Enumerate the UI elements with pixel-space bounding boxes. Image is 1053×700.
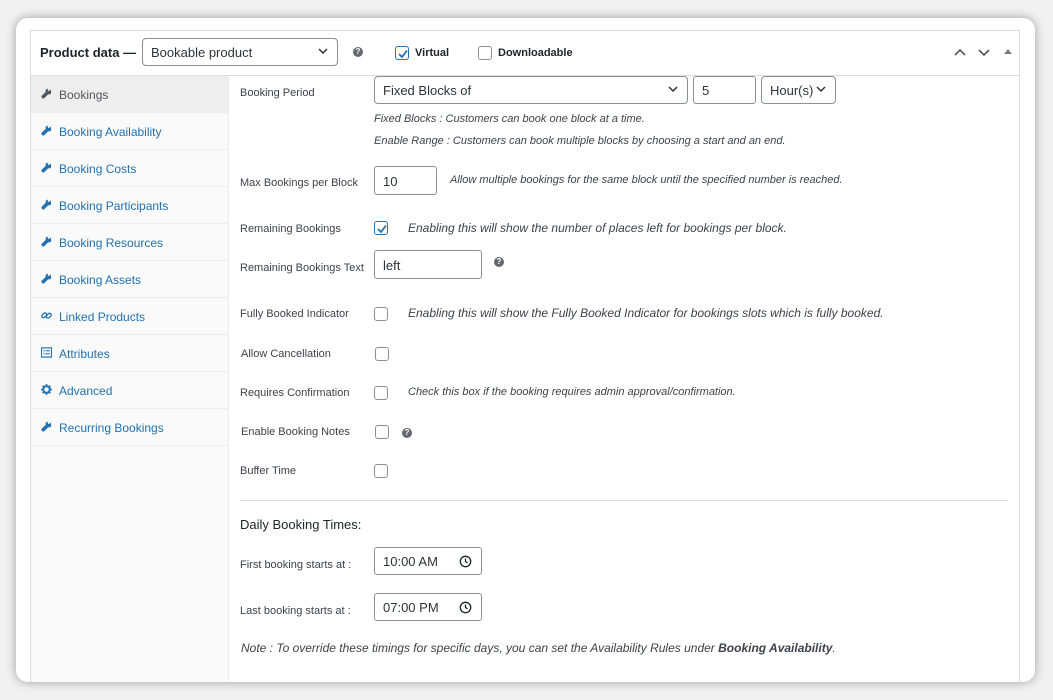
move-down-icon[interactable] xyxy=(977,45,991,59)
wrench-icon xyxy=(41,273,52,284)
fixed-blocks-description: Fixed Blocks : Customers can book one bl… xyxy=(374,113,645,125)
wrench-icon xyxy=(41,236,52,247)
note-prefix: Note : To override these timings for spe… xyxy=(241,641,719,655)
tab-booking-availability[interactable]: Booking Availability xyxy=(31,113,229,150)
virtual-checkbox[interactable] xyxy=(395,46,409,60)
booking-period-unit-value: Hour(s) xyxy=(770,83,814,98)
wrench-icon xyxy=(41,421,52,432)
bookings-options-panel: Booking Period Fixed Blocks of 5 Hour(s)… xyxy=(230,76,1019,682)
tab-label: Recurring Bookings xyxy=(59,421,164,435)
availability-note: Note : To override these timings for spe… xyxy=(241,641,836,655)
tab-recurring-bookings[interactable]: Recurring Bookings xyxy=(31,409,229,446)
max-bookings-value: 10 xyxy=(383,174,398,189)
clock-icon[interactable] xyxy=(459,555,472,568)
first-booking-time-input[interactable]: 10:00 AM xyxy=(374,547,482,575)
product-data-panel: Product data — Bookable product ? Virtua… xyxy=(30,30,1020,682)
allow-cancellation-checkbox[interactable] xyxy=(375,347,389,361)
tab-linked-products[interactable]: Linked Products xyxy=(31,298,229,335)
requires-confirmation-label: Requires Confirmation xyxy=(240,387,350,399)
booking-period-type-select[interactable]: Fixed Blocks of xyxy=(374,76,688,104)
collapse-toggle-icon[interactable] xyxy=(1001,45,1015,59)
booking-notes-label: Enable Booking Notes xyxy=(241,426,350,438)
tab-booking-assets[interactable]: Booking Assets xyxy=(31,261,229,298)
max-bookings-description: Allow multiple bookings for the same blo… xyxy=(450,174,843,186)
booking-period-type-value: Fixed Blocks of xyxy=(383,83,472,98)
last-booking-time-input[interactable]: 07:00 PM xyxy=(374,593,482,621)
tab-label: Attributes xyxy=(59,347,110,361)
section-divider xyxy=(240,500,1008,501)
daily-booking-times-title: Daily Booking Times: xyxy=(240,517,362,532)
last-booking-time-value: 07:00 PM xyxy=(383,600,439,615)
chevron-down-icon xyxy=(816,86,826,93)
booking-period-count-value: 5 xyxy=(702,83,710,98)
remaining-bookings-text-label: Remaining Bookings Text xyxy=(240,262,364,274)
link-icon xyxy=(41,312,52,319)
product-data-header: Product data — Bookable product ? Virtua… xyxy=(31,31,1019,76)
max-bookings-input[interactable]: 10 xyxy=(374,166,437,195)
tab-label: Booking Costs xyxy=(59,162,137,176)
fully-booked-label: Fully Booked Indicator xyxy=(240,308,349,320)
first-booking-time-value: 10:00 AM xyxy=(383,554,438,569)
last-booking-label: Last booking starts at : xyxy=(240,605,351,617)
move-up-icon[interactable] xyxy=(953,45,967,59)
fully-booked-checkbox[interactable] xyxy=(374,307,388,321)
tab-booking-participants[interactable]: Booking Participants xyxy=(31,187,229,224)
help-icon[interactable]: ? xyxy=(353,47,363,57)
tab-label: Linked Products xyxy=(59,310,146,324)
tab-bookings[interactable]: Bookings xyxy=(31,76,229,113)
tab-label: Booking Resources xyxy=(59,236,164,250)
product-type-value: Bookable product xyxy=(151,45,253,60)
fully-booked-description: Enabling this will show the Fully Booked… xyxy=(408,306,884,320)
help-icon[interactable]: ? xyxy=(402,428,412,438)
checkmark-icon xyxy=(398,49,408,59)
product-data-title: Product data — xyxy=(40,45,137,60)
chevron-down-icon xyxy=(318,48,328,55)
product-type-select[interactable]: Bookable product xyxy=(142,38,338,66)
remaining-bookings-text-value: left xyxy=(383,258,401,273)
enable-range-description: Enable Range : Customers can book multip… xyxy=(374,135,786,147)
tab-booking-resources[interactable]: Booking Resources xyxy=(31,224,229,261)
tab-label: Bookings xyxy=(59,88,109,102)
booking-period-count-input[interactable]: 5 xyxy=(693,76,756,104)
booking-notes-checkbox[interactable] xyxy=(375,425,389,439)
tab-label: Booking Participants xyxy=(59,199,169,213)
checkmark-icon xyxy=(377,224,387,234)
booking-period-label: Booking Period xyxy=(240,87,315,99)
note-suffix: . xyxy=(832,641,836,655)
wrench-icon xyxy=(41,162,52,173)
tab-advanced[interactable]: Advanced xyxy=(31,372,229,409)
buffer-time-label: Buffer Time xyxy=(240,465,297,477)
wrench-icon xyxy=(41,125,52,136)
tab-attributes[interactable]: Attributes xyxy=(31,335,229,372)
note-availability-link: Booking Availability xyxy=(718,641,833,655)
allow-cancellation-label: Allow Cancellation xyxy=(241,348,331,360)
booking-period-unit-select[interactable]: Hour(s) xyxy=(761,76,836,104)
help-icon[interactable]: ? xyxy=(494,257,504,267)
requires-confirmation-checkbox[interactable] xyxy=(374,386,388,400)
downloadable-checkbox[interactable] xyxy=(478,46,492,60)
tab-label: Booking Availability xyxy=(59,125,162,139)
tab-label: Booking Assets xyxy=(59,273,142,287)
remaining-bookings-description: Enabling this will show the number of pl… xyxy=(408,221,787,235)
requires-confirmation-description: Check this box if the booking requires a… xyxy=(408,386,736,398)
virtual-label: Virtual xyxy=(415,47,450,59)
wrench-icon xyxy=(41,199,52,210)
buffer-time-checkbox[interactable] xyxy=(374,464,388,478)
chevron-down-icon xyxy=(668,86,678,93)
product-data-tabs: Bookings Booking Availability Booking Co… xyxy=(31,76,229,682)
list-icon xyxy=(41,347,52,358)
downloadable-label: Downloadable xyxy=(498,47,573,59)
remaining-bookings-text-input[interactable]: left xyxy=(374,250,482,279)
wrench-icon xyxy=(41,88,52,99)
remaining-bookings-checkbox[interactable] xyxy=(374,221,388,235)
tab-label: Advanced xyxy=(59,384,113,398)
clock-icon[interactable] xyxy=(459,601,472,614)
max-bookings-label: Max Bookings per Block xyxy=(240,177,358,189)
first-booking-label: First booking starts at : xyxy=(240,559,352,571)
remaining-bookings-label: Remaining Bookings xyxy=(240,223,341,235)
tab-booking-costs[interactable]: Booking Costs xyxy=(31,150,229,187)
card: Product data — Bookable product ? Virtua… xyxy=(16,18,1035,682)
gear-icon xyxy=(41,384,52,395)
